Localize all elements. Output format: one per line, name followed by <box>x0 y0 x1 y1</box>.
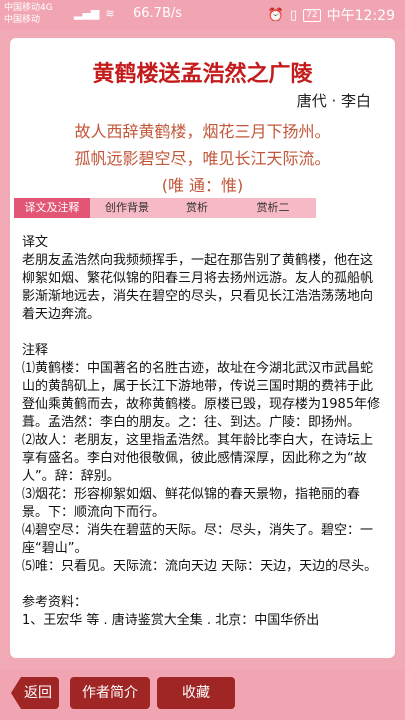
clock: 中午12:29 <box>326 8 395 24</box>
tab-translation-notes[interactable]: 译文及注释 <box>14 198 90 218</box>
note-item: ⑶烟花：形容柳絮如烟、鲜花似锦的春天景物，指艳丽的春景。下：顺流向下而行。 <box>22 487 361 520</box>
bottom-bar: 返回 作者简介 收藏 <box>0 670 405 720</box>
note-item: ⑷碧空尽：消失在碧蓝的天际。尽：尽头，消失了。碧空：一座“碧山”。 <box>22 523 374 556</box>
translation-text: 老朋友孟浩然向我频频挥手，一起在那告别了黄鹤楼，他在这柳絮如烟、繁花似锦的阳春三… <box>22 253 374 322</box>
notes-heading: 注释 <box>22 343 49 358</box>
reference-item: 1、王宏华 等 . 唐诗鉴赏大全集 . 北京：中国华侨出 <box>22 613 320 628</box>
poem-card: 黄鹤楼送孟浩然之广陵 唐代 · 李白 故人西辞黄鹤楼，烟花三月下扬州。 孤帆远影… <box>10 38 395 658</box>
signal-icons: ▂▄▆ ≋ <box>74 7 115 20</box>
content-panel[interactable]: 译文 老朋友孟浩然向我频频挥手，一起在那告别了黄鹤楼，他在这柳絮如烟、繁花似锦的… <box>22 234 382 658</box>
wifi-icon: ≋ <box>105 7 115 20</box>
status-bar: 中国移动4G 中国移动 ▂▄▆ ≋ 66.7B/s ⏰ ▯ 72 中午12:29 <box>0 0 405 30</box>
poem-note: (唯 通：惟) <box>161 176 244 195</box>
translation-heading: 译文 <box>22 235 49 250</box>
note-item: ⑵故人：老朋友，这里指孟浩然。其年龄比李白大，在诗坛上享有盛名。李白对他很敬佩，… <box>22 433 374 484</box>
favorite-button[interactable]: 收藏 <box>157 677 235 709</box>
poem-line: 孤帆远影碧空尽，唯见长江天际流。 <box>74 149 331 168</box>
note-item: ⑴黄鹤楼：中国著名的名胜古迹，故址在今湖北武汉市武昌蛇山的黄鹄矶上，属于长江下游… <box>22 361 381 430</box>
author-profile-button[interactable]: 作者简介 <box>70 677 150 709</box>
tab-background[interactable]: 创作背景 <box>90 198 164 218</box>
alarm-icon: ⏰ <box>267 7 285 23</box>
content-tabs: 译文及注释 创作背景 赏析 赏析二 <box>14 198 316 218</box>
poem-author: 唐代 · 李白 <box>296 92 371 110</box>
back-button[interactable]: 返回 <box>11 677 59 709</box>
network-speed: 66.7B/s <box>133 6 183 21</box>
tab-appreciation[interactable]: 赏析 <box>164 198 230 218</box>
reference-heading: 参考资料： <box>22 595 88 610</box>
note-item: ⑸唯：只看见。天际流：流向天边 天际：天边，天边的尽头。 <box>22 559 378 574</box>
battery-icon: 72 <box>303 8 321 22</box>
poem-text: 故人西辞黄鹤楼，烟花三月下扬州。 孤帆远影碧空尽，唯见长江天际流。 (唯 通：惟… <box>10 118 395 199</box>
carrier-label-1: 中国移动4G <box>4 3 53 13</box>
tab-appreciation-2[interactable]: 赏析二 <box>230 198 316 218</box>
vibrate-icon: ▯ <box>290 7 298 23</box>
poem-title: 黄鹤楼送孟浩然之广陵 <box>92 61 313 87</box>
status-right: ⏰ ▯ 72 中午12:29 <box>268 5 395 25</box>
signal-icon: ▂▄▆ <box>74 7 100 20</box>
carrier-label-2: 中国移动 <box>4 15 41 25</box>
poem-line: 故人西辞黄鹤楼，烟花三月下扬州。 <box>74 122 331 141</box>
